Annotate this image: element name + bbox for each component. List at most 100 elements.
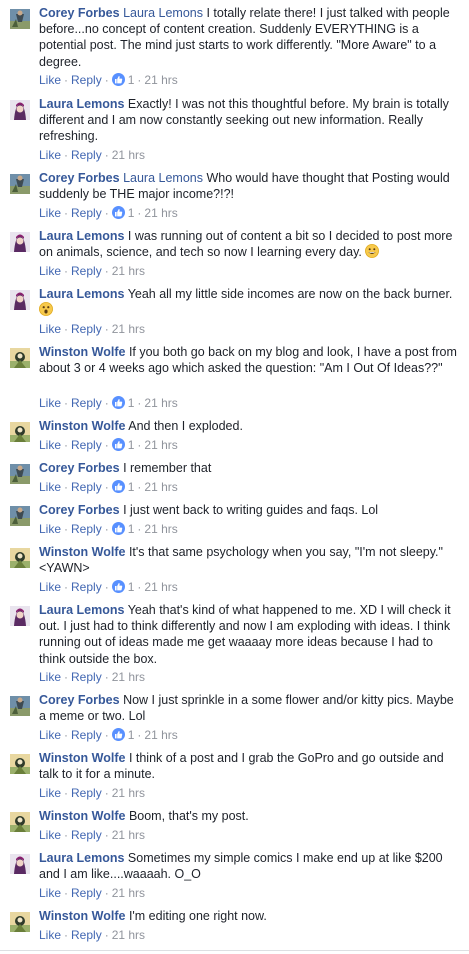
comment-author[interactable]: Winston Wolfe [39,909,125,923]
avatar[interactable] [10,912,30,932]
thumbs-up-icon[interactable] [111,728,125,741]
thumbs-up-icon[interactable] [111,206,125,219]
comment-timestamp[interactable]: 21 hrs [112,264,145,278]
comment-author[interactable]: Laura Lemons [39,97,124,111]
reply-button[interactable]: Reply [71,206,102,220]
avatar[interactable] [10,606,30,626]
like-count[interactable]: 1 [125,522,135,536]
comment-timestamp[interactable]: 21 hrs [112,828,145,842]
comment-timestamp[interactable]: 21 hrs [144,522,177,536]
comment-timestamp[interactable]: 21 hrs [112,322,145,336]
like-button[interactable]: Like [39,670,61,684]
reply-button[interactable]: Reply [71,828,102,842]
like-button[interactable]: Like [39,480,61,494]
reply-button[interactable]: Reply [71,73,102,87]
reply-button[interactable]: Reply [71,580,102,594]
comment-author[interactable]: Winston Wolfe [39,751,125,765]
comment-timestamp[interactable]: 21 hrs [112,786,145,800]
like-button[interactable]: Like [39,438,61,452]
like-button[interactable]: Like [39,148,61,162]
comment-author[interactable]: Corey Forbes [39,461,120,475]
comment-timestamp[interactable]: 21 hrs [112,886,145,900]
comment-author[interactable]: Corey Forbes [39,171,120,185]
like-button[interactable]: Like [39,396,61,410]
comment-author[interactable]: Winston Wolfe [39,345,125,359]
reply-button[interactable]: Reply [71,728,102,742]
like-button[interactable]: Like [39,886,61,900]
reply-button[interactable]: Reply [71,522,102,536]
reply-button[interactable]: Reply [71,480,102,494]
comment-mention[interactable]: Laura Lemons [123,171,203,185]
comment-author[interactable]: Winston Wolfe [39,809,125,823]
avatar[interactable] [10,422,30,442]
avatar[interactable] [10,174,30,194]
avatar[interactable] [10,464,30,484]
comment-timestamp[interactable]: 21 hrs [144,728,177,742]
reply-button[interactable]: Reply [71,264,102,278]
thumbs-up-icon[interactable] [111,480,125,493]
comment-author[interactable]: Corey Forbes [39,693,120,707]
comment-actions: Like · Reply · 21 hrs [39,670,145,684]
avatar[interactable] [10,812,30,832]
thumbs-up-icon[interactable] [111,396,125,409]
like-button[interactable]: Like [39,73,61,87]
comment-author[interactable]: Corey Forbes [39,6,120,20]
comment-timestamp[interactable]: 21 hrs [144,396,177,410]
like-button[interactable]: Like [39,728,61,742]
reply-button[interactable]: Reply [71,396,102,410]
like-button[interactable]: Like [39,786,61,800]
comment-timestamp[interactable]: 21 hrs [144,480,177,494]
avatar[interactable] [10,506,30,526]
like-button[interactable]: Like [39,828,61,842]
reply-button[interactable]: Reply [71,786,102,800]
reply-button[interactable]: Reply [71,148,102,162]
like-count[interactable]: 1 [125,728,135,742]
like-button[interactable]: Like [39,206,61,220]
avatar[interactable] [10,9,30,29]
like-button[interactable]: Like [39,322,61,336]
comment-author[interactable]: Winston Wolfe [39,545,125,559]
thumbs-up-icon[interactable] [111,580,125,593]
like-button[interactable]: Like [39,928,61,942]
like-button[interactable]: Like [39,264,61,278]
comment-author[interactable]: Winston Wolfe [39,419,125,433]
reply-button[interactable]: Reply [71,670,102,684]
comment-author[interactable]: Laura Lemons [39,287,124,301]
like-count[interactable]: 1 [125,73,135,87]
like-count[interactable]: 1 [125,480,135,494]
avatar[interactable] [10,348,30,368]
comment-author[interactable]: Laura Lemons [39,229,124,243]
reply-button[interactable]: Reply [71,322,102,336]
comment-timestamp[interactable]: 21 hrs [144,580,177,594]
avatar[interactable] [10,854,30,874]
comment-timestamp[interactable]: 21 hrs [144,438,177,452]
comment-author[interactable]: Laura Lemons [39,603,124,617]
avatar[interactable] [10,232,30,252]
reply-button[interactable]: Reply [71,886,102,900]
reply-button[interactable]: Reply [71,438,102,452]
avatar[interactable] [10,548,30,568]
comment-timestamp[interactable]: 21 hrs [144,73,177,87]
comment-author[interactable]: Corey Forbes [39,503,120,517]
comment-author[interactable]: Laura Lemons [39,851,124,865]
like-count[interactable]: 1 [125,580,135,594]
avatar[interactable] [10,754,30,774]
comment-timestamp[interactable]: 21 hrs [144,206,177,220]
separator: · [64,522,69,536]
avatar[interactable] [10,100,30,120]
thumbs-up-icon[interactable] [111,522,125,535]
like-button[interactable]: Like [39,580,61,594]
thumbs-up-icon[interactable] [111,73,125,86]
reply-button[interactable]: Reply [71,928,102,942]
avatar[interactable] [10,290,30,310]
like-count[interactable]: 1 [125,438,135,452]
like-button[interactable]: Like [39,522,61,536]
like-count[interactable]: 1 [125,396,135,410]
like-count[interactable]: 1 [125,206,135,220]
comment-timestamp[interactable]: 21 hrs [112,670,145,684]
avatar[interactable] [10,696,30,716]
comment-timestamp[interactable]: 21 hrs [112,928,145,942]
thumbs-up-icon[interactable] [111,438,125,451]
comment-timestamp[interactable]: 21 hrs [112,148,145,162]
comment-mention[interactable]: Laura Lemons [123,6,203,20]
